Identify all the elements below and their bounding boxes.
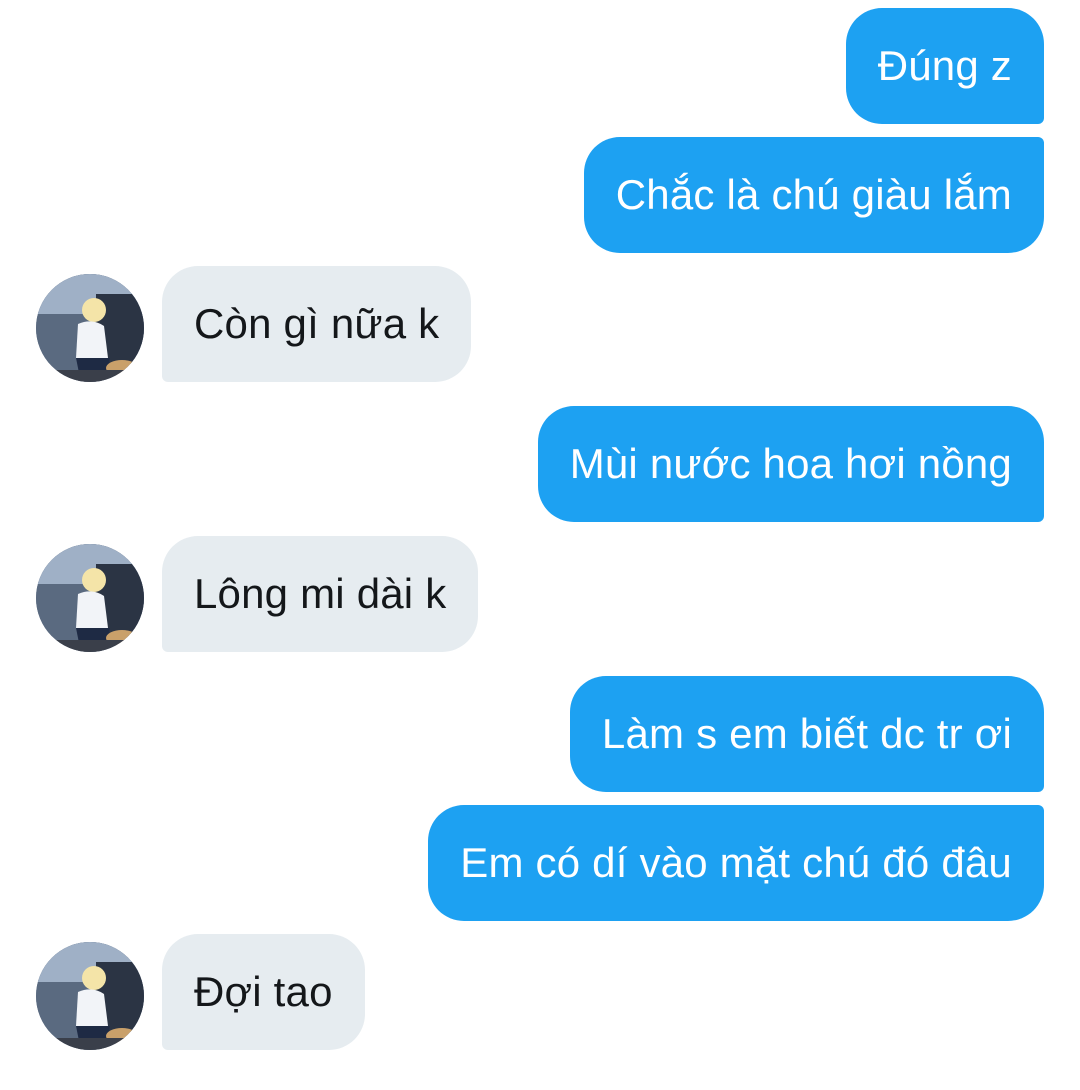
incoming-message-bubble[interactable]: Còn gì nữa k xyxy=(162,266,472,382)
message-text: Còn gì nữa k xyxy=(194,300,440,347)
message-text: Em có dí vào mặt chú đó đâu xyxy=(460,839,1012,886)
message-text: Làm s em biết dc tr ơi xyxy=(601,710,1012,757)
user-photo-avatar[interactable] xyxy=(36,544,144,652)
outgoing-message-bubble[interactable]: Em có dí vào mặt chú đó đâu xyxy=(428,805,1044,921)
outgoing-message-bubble[interactable]: Mùi nước hoa hơi nồng xyxy=(537,406,1044,522)
message-text: Đợi tao xyxy=(194,968,333,1015)
incoming-message-bubble[interactable]: Lông mi dài k xyxy=(162,536,479,652)
user-photo-avatar[interactable] xyxy=(36,274,144,382)
incoming-message-bubble[interactable]: Đợi tao xyxy=(162,934,365,1050)
avatar-photo-icon xyxy=(36,942,144,1050)
message-text: Lông mi dài k xyxy=(194,570,447,617)
user-photo-avatar[interactable] xyxy=(36,942,144,1050)
message-text: Đúng z xyxy=(877,42,1012,89)
message-text: Chắc là chú giàu lắm xyxy=(615,171,1012,218)
outgoing-message-bubble[interactable]: Làm s em biết dc tr ơi xyxy=(569,676,1044,792)
message-text: Mùi nước hoa hơi nồng xyxy=(569,440,1012,487)
avatar-photo-icon xyxy=(36,544,144,652)
outgoing-message-bubble[interactable]: Chắc là chú giàu lắm xyxy=(583,137,1044,253)
outgoing-message-bubble[interactable]: Đúng z xyxy=(845,8,1044,124)
avatar-photo-icon xyxy=(36,274,144,382)
